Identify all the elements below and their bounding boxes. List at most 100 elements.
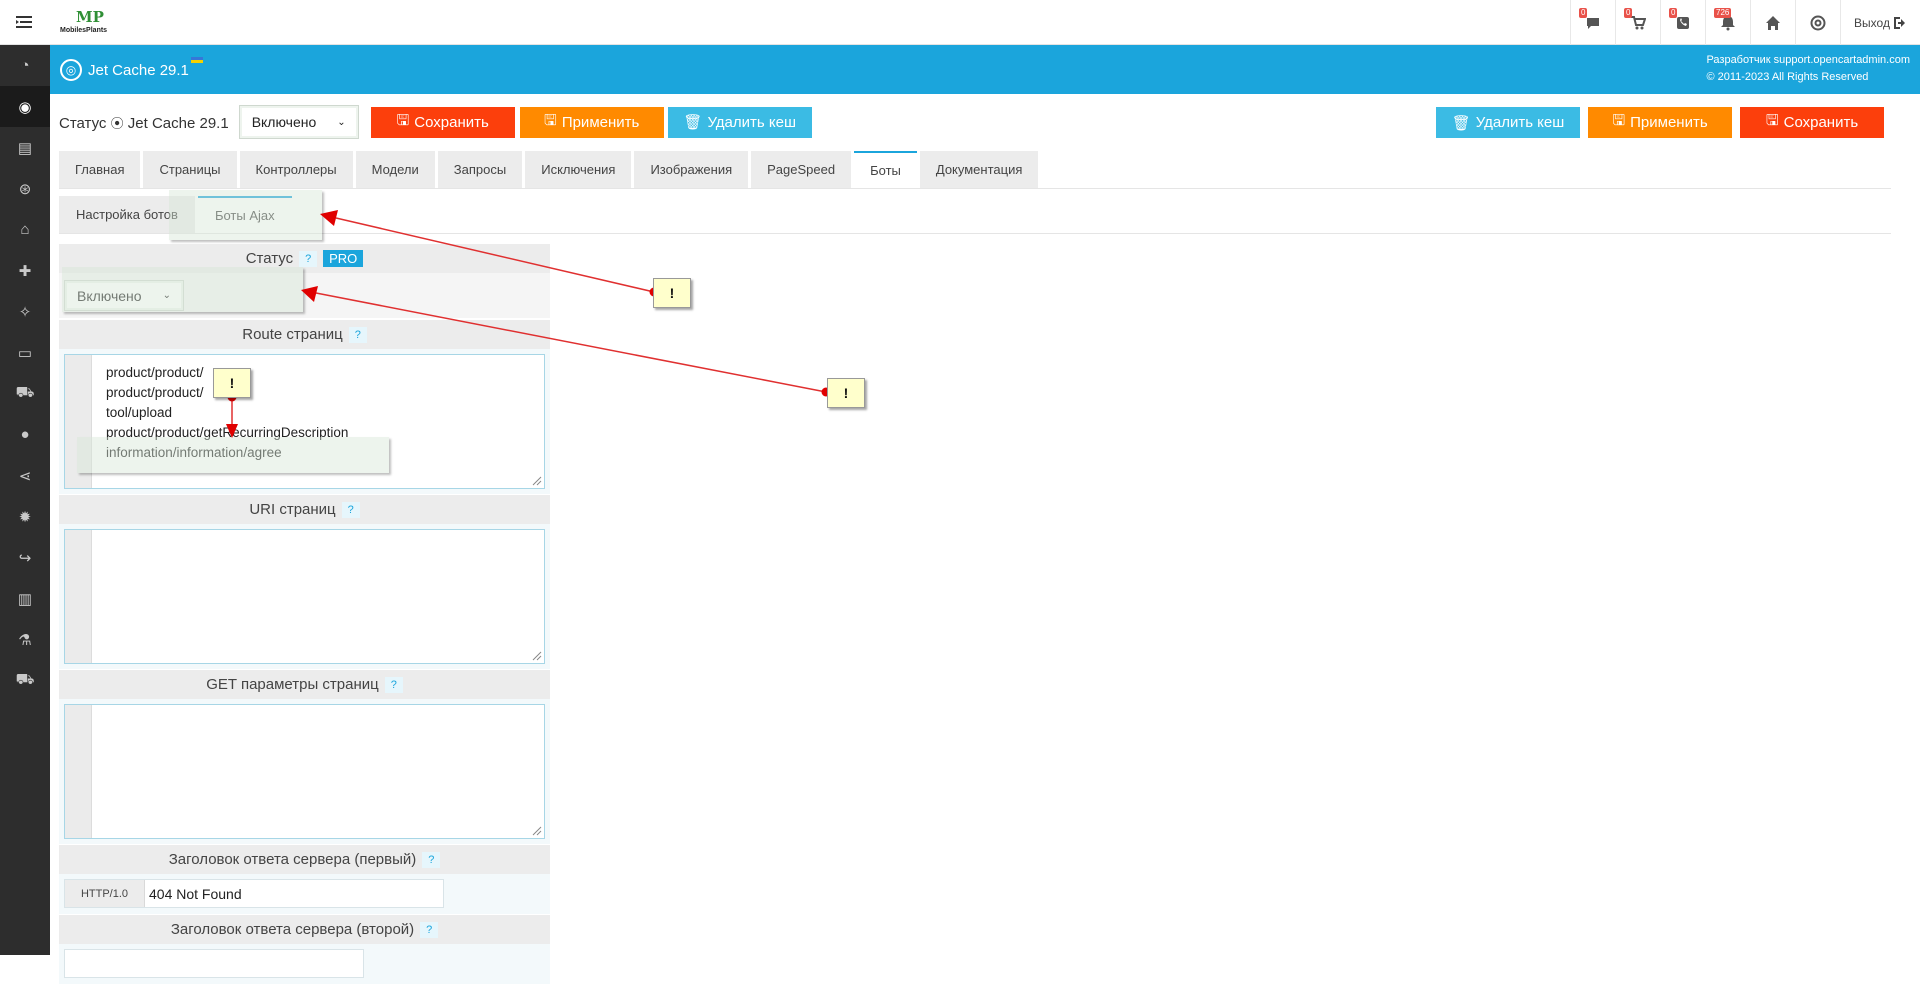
save-button-top-left[interactable]: 🖫 Сохранить	[370, 106, 515, 138]
apply-button-top-left[interactable]: 🖫 Применить	[519, 106, 664, 138]
module-status-value: Включено	[251, 114, 317, 130]
tab-pages[interactable]: Страницы	[143, 151, 237, 188]
status-row: Статус ⦿ Jet Cache 29.1 Включено ⌄ 🖫 Сохр…	[59, 105, 812, 139]
orders-button[interactable]: 0	[1615, 0, 1660, 45]
sidebar-item-dashboard[interactable]: ◔	[0, 45, 50, 86]
uri-help-icon[interactable]: ?	[341, 501, 360, 518]
alerts-button[interactable]: 726	[1705, 0, 1750, 45]
save-button-top-right[interactable]: 🖫 Сохранить	[1740, 107, 1884, 138]
tab-queries[interactable]: Запросы	[437, 151, 523, 188]
uri-section-header: URI страниц ?	[59, 495, 550, 524]
sidebar-item-ideas[interactable]: ✧	[0, 291, 50, 332]
sidebar-item-customers[interactable]: ●	[0, 414, 50, 455]
alerts-badge: 726	[1714, 8, 1732, 18]
apply-label: Применить	[561, 113, 640, 131]
logout-button[interactable]: Выход	[1840, 0, 1920, 45]
header-first-input[interactable]: 404 Not Found	[145, 880, 242, 907]
get-params-field-label: GET параметры страниц	[206, 676, 379, 693]
header-second-help-icon[interactable]: ?	[420, 921, 439, 938]
tab-docs[interactable]: Документация	[919, 151, 1039, 188]
tab-images[interactable]: Изображения	[634, 151, 749, 188]
resize-grip-icon[interactable]	[530, 474, 542, 486]
calls-button[interactable]: 0	[1660, 0, 1705, 45]
messages-button[interactable]: 0	[1570, 0, 1615, 45]
route-line: tool/upload	[106, 405, 173, 420]
menu-toggle-icon[interactable]	[14, 12, 34, 32]
module-icon: ⊛	[18, 180, 32, 198]
header-first-help-icon[interactable]: ?	[422, 851, 441, 868]
uri-section-body	[59, 524, 550, 669]
save-icon: 🖫	[544, 111, 557, 129]
apply-button-top-right[interactable]: 🖫 Применить	[1588, 107, 1732, 138]
header-second-section-header: Заголовок ответа сервера (второй) ?	[59, 915, 550, 944]
storefront-home-button[interactable]	[1750, 0, 1795, 45]
status-help-icon[interactable]: ?	[299, 250, 318, 267]
sidebar-item-lab[interactable]: ⚗	[0, 619, 50, 660]
bulb-icon: ✧	[18, 303, 32, 321]
tab-controllers[interactable]: Контроллеры	[239, 151, 353, 188]
sidebar-item-tags[interactable]: ⌂	[0, 209, 50, 250]
header-second-section-body	[59, 944, 550, 984]
copyright-line: © 2011-2023 All Rights Reserved	[1706, 71, 1869, 83]
left-sidebar: ◔ ◉ ▤ ⊛ ⌂ ✚ ✧ ▭ ⛟ ● ⋖ ✹ ↪ ▥ ⚗ ⛟	[0, 45, 50, 955]
sidebar-item-redirects[interactable]: ↪	[0, 537, 50, 578]
route-field-label: Route страниц	[242, 326, 343, 343]
delete-cache-button-top-left[interactable]: 🗑 Удалить кеш	[667, 106, 812, 138]
tab-pagespeed[interactable]: PageSpeed	[751, 151, 852, 188]
brand-logo[interactable]: MP MobilesPlants	[60, 8, 118, 38]
get-params-help-icon[interactable]: ?	[384, 676, 403, 693]
header-first-input-group: HTTP/1.0 404 Not Found	[64, 879, 444, 908]
sidebar-item-modules[interactable]: ⊛	[0, 168, 50, 209]
comment-icon	[1587, 17, 1599, 29]
sidebar-item-shop[interactable]: ⛟	[0, 660, 50, 701]
sidebar-item-catalog[interactable]: ▤	[0, 127, 50, 168]
get-params-textarea[interactable]	[64, 704, 545, 839]
pro-badge: PRO	[323, 250, 364, 267]
uri-textarea[interactable]	[64, 529, 545, 664]
ukraine-flag-icon	[191, 57, 203, 63]
header-first-field-label: Заголовок ответа сервера (первый)	[168, 851, 417, 868]
sidebar-item-jetcache[interactable]: ◉	[0, 86, 50, 127]
resize-grip-icon[interactable]	[530, 824, 542, 836]
logo-mark-icon: MP	[76, 8, 104, 26]
module-status-select[interactable]: Включено ⌄	[238, 105, 359, 139]
save-icon: 🖫	[1612, 112, 1626, 129]
cart-icon	[1631, 15, 1646, 29]
target-icon: ◉	[18, 98, 32, 116]
module-header: ◎ Jet Cache 29.1 Разработчик support.ope…	[50, 45, 1920, 94]
tab-main[interactable]: Главная	[59, 151, 141, 188]
tab-bots[interactable]: Боты	[854, 151, 917, 188]
catalog-icon: ▤	[17, 139, 33, 157]
puzzle-icon: ✚	[18, 262, 32, 280]
delete-cache-button-top-right[interactable]: 🗑 Удалить кеш	[1436, 107, 1580, 138]
help-button[interactable]	[1795, 0, 1840, 45]
save-icon: 🖫	[396, 111, 410, 129]
http-version-addon: HTTP/1.0	[65, 880, 145, 907]
sidebar-item-sales[interactable]: ⛟	[0, 373, 50, 414]
resize-grip-icon[interactable]	[530, 649, 542, 661]
sidebar-item-system[interactable]: ✹	[0, 496, 50, 537]
header-second-input-group[interactable]	[64, 949, 364, 978]
line-number-gutter	[65, 705, 92, 838]
module-title-text: Jet Cache 29.1	[88, 61, 189, 79]
logout-label: Выход	[1854, 15, 1890, 30]
shop-icon: ⛟	[15, 671, 35, 688]
action-buttons-right: 🗑 Удалить кеш 🖫 Применить 🖫 Сохранить	[1436, 107, 1884, 138]
share-icon: ⋖	[18, 467, 32, 485]
annotation-note: !	[827, 378, 865, 408]
top-icon-group: 0 0 0 726 Выход	[1570, 0, 1920, 45]
monitor-icon: ▭	[17, 344, 33, 362]
header-first-section-header: Заголовок ответа сервера (первый) ?	[59, 845, 550, 874]
sidebar-item-extensions[interactable]: ✚	[0, 250, 50, 291]
save-label: Сохранить	[414, 113, 489, 131]
route-help-icon[interactable]: ?	[348, 326, 367, 343]
tab-models[interactable]: Модели	[355, 151, 435, 188]
sidebar-item-design[interactable]: ▭	[0, 332, 50, 373]
delete-cache-label: Удалить кеш	[707, 113, 796, 131]
sidebar-item-marketing[interactable]: ⋖	[0, 455, 50, 496]
module-title: ◎ Jet Cache 29.1	[60, 59, 189, 81]
status-label: Статус	[59, 114, 107, 132]
sidebar-item-reports[interactable]: ▥	[0, 578, 50, 619]
tab-exceptions[interactable]: Исключения	[525, 151, 632, 188]
tabs-divider	[59, 188, 1891, 189]
